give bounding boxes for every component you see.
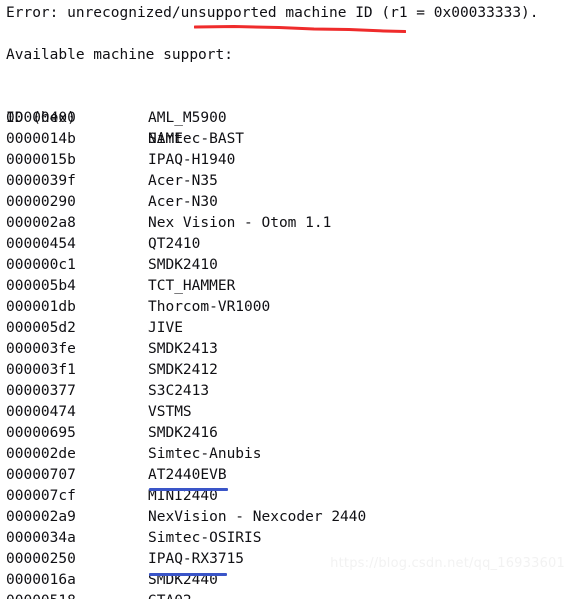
table-row: 0000034a Simtec-OSIRIS: [0, 528, 571, 549]
machine-name-cell: SMDK2413: [148, 341, 218, 357]
table-row: 00000707 AT2440EVB: [0, 465, 571, 486]
machine-name-cell: SMDK2440: [148, 572, 218, 588]
machine-name-cell: JIVE: [148, 320, 183, 336]
machine-id-cell: 0000034a: [6, 530, 76, 546]
table-row: 00000518 GTA02: [0, 591, 571, 599]
table-row: 000005b4 TCT_HAMMER: [0, 276, 571, 297]
available-machines-heading: Available machine support:: [6, 47, 233, 63]
machine-name-cell: Nex Vision - Otom 1.1: [148, 215, 332, 231]
table-row: 000002a8 Nex Vision - Otom 1.1: [0, 213, 571, 234]
machine-name-cell: MINI2440: [148, 488, 218, 504]
machine-name-cell: IPAQ-RX3715: [148, 551, 245, 567]
table-row: 000000c1 SMDK2410: [0, 255, 571, 276]
table-row: 0000039f Acer-N35: [0, 171, 571, 192]
machine-support-table: ID (hex) NAME 00000400 AML_M5900 0000014b S…: [0, 87, 571, 599]
table-row: 0000015b IPAQ-H1940: [0, 150, 571, 171]
machine-name-cell: SMDK2416: [148, 425, 218, 441]
machine-name-cell: Acer-N30: [148, 194, 218, 210]
machine-id-cell: 00000290: [6, 194, 76, 210]
machine-name-cell: GTA02: [148, 591, 192, 599]
machine-id-cell: 000003fe: [6, 341, 76, 357]
machine-id-cell: 00000518: [6, 591, 76, 599]
machine-id-cell: 000001db: [6, 299, 76, 315]
machine-id-cell: 000000c1: [6, 257, 76, 273]
table-row: 00000377 S3C2413: [0, 381, 571, 402]
table-row: 00000250 IPAQ-RX3715: [0, 549, 571, 570]
table-row: 000007cf MINI2440: [0, 486, 571, 507]
machine-name-cell: AML_M5900: [148, 110, 227, 126]
machine-name-cell: QT2410: [148, 236, 201, 252]
table-row: 00000290 Acer-N30: [0, 192, 571, 213]
red-underline-annotation: [194, 25, 406, 33]
machine-id-cell: 00000454: [6, 236, 76, 252]
machine-id-cell: 0000014b: [6, 131, 76, 147]
machine-name-cell: TCT_HAMMER: [148, 278, 236, 294]
machine-id-cell: 00000474: [6, 404, 76, 420]
table-row: 000003fe SMDK2413: [0, 339, 571, 360]
error-message-line: Error: unrecognized/unsupported machine …: [6, 5, 539, 21]
machine-id-cell: 00000250: [6, 551, 76, 567]
machine-id-cell: 00000695: [6, 425, 76, 441]
machine-id-cell: 000005b4: [6, 278, 76, 294]
machine-id-cell: 0000015b: [6, 152, 76, 168]
machine-name-cell: Thorcom-VR1000: [148, 299, 271, 315]
machine-id-cell: 000002a8: [6, 215, 76, 231]
machine-id-cell: 00000400: [6, 110, 76, 126]
machine-id-cell: 0000039f: [6, 173, 76, 189]
machine-id-cell: 00000707: [6, 467, 76, 483]
table-row: 00000454 QT2410: [0, 234, 571, 255]
machine-name-cell: AT2440EVB: [148, 467, 227, 483]
table-row: 0000014b Simtec-BAST: [0, 129, 571, 150]
machine-name-cell: Acer-N35: [148, 173, 218, 189]
machine-name-cell: SMDK2412: [148, 362, 218, 378]
machine-id-cell: 0000016a: [6, 572, 76, 588]
machine-id-cell: 000002de: [6, 446, 76, 462]
table-row: 00000474 VSTMS: [0, 402, 571, 423]
machine-name-cell: Simtec-OSIRIS: [148, 530, 262, 546]
table-row: 000002de Simtec-Anubis: [0, 444, 571, 465]
table-row: 000002a9 NexVision - Nexcoder 2440: [0, 507, 571, 528]
table-row: 0000016a SMDK2440: [0, 570, 571, 591]
table-row: 000001db Thorcom-VR1000: [0, 297, 571, 318]
machine-name-cell: Simtec-Anubis: [148, 446, 262, 462]
machine-name-cell: IPAQ-H1940: [148, 152, 236, 168]
machine-id-cell: 000005d2: [6, 320, 76, 336]
table-row: 00000400 AML_M5900: [0, 108, 571, 129]
machine-id-cell: 00000377: [6, 383, 76, 399]
table-row: 00000695 SMDK2416: [0, 423, 571, 444]
machine-name-cell: SMDK2410: [148, 257, 218, 273]
table-header-row: ID (hex) NAME: [0, 87, 571, 147]
machine-id-cell: 000002a9: [6, 509, 76, 525]
machine-table-body: 00000400 AML_M5900 0000014b Simtec-BAST 0000…: [0, 108, 571, 599]
machine-name-cell: Simtec-BAST: [148, 131, 245, 147]
machine-name-cell: NexVision - Nexcoder 2440: [148, 509, 367, 525]
table-row: 000005d2 JIVE: [0, 318, 571, 339]
machine-id-cell: 000003f1: [6, 362, 76, 378]
table-row: 000003f1 SMDK2412: [0, 360, 571, 381]
machine-id-cell: 000007cf: [6, 488, 76, 504]
console-output: Error: unrecognized/unsupported machine …: [0, 0, 571, 599]
machine-name-cell: VSTMS: [148, 404, 192, 420]
machine-name-cell: S3C2413: [148, 383, 210, 399]
